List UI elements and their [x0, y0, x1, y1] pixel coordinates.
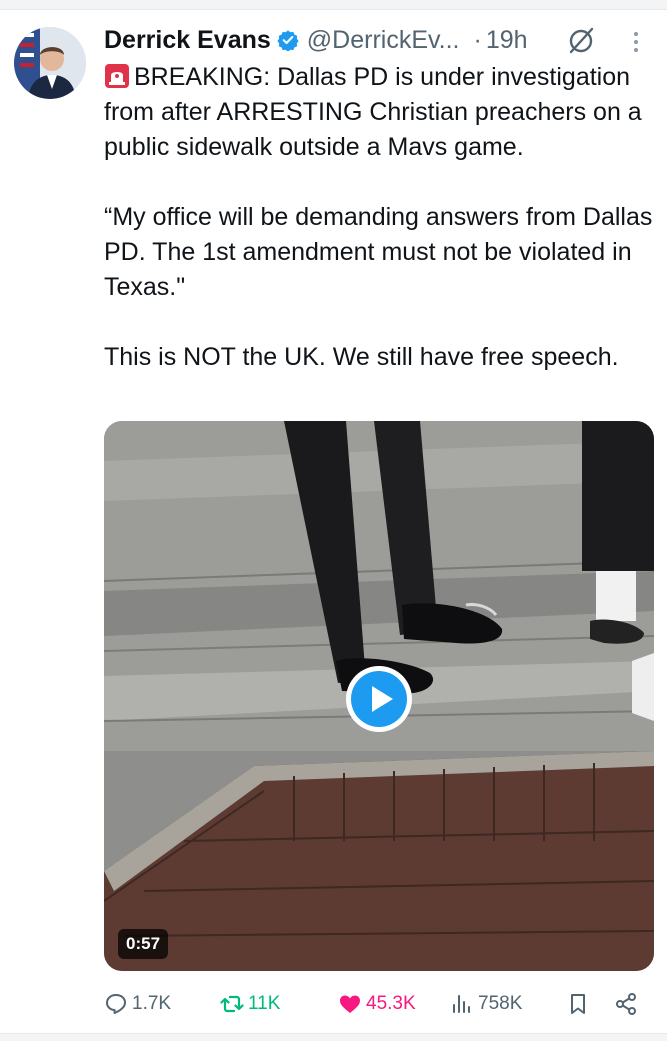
tweet-text: BREAKING: Dallas PD is under investigati… — [104, 60, 660, 375]
tweet-header: Derrick Evans @DerrickEv... · 19h — [104, 24, 528, 56]
like-button[interactable]: 45.3K — [338, 986, 416, 1022]
views-count: 758K — [478, 993, 523, 1014]
siren-emoji-icon — [105, 64, 129, 88]
bottom-divider — [0, 1033, 667, 1041]
tweet-paragraph-2: “My office will be demanding answers fro… — [104, 203, 653, 301]
bookmark-button[interactable] — [566, 986, 594, 1022]
grok-icon[interactable] — [565, 24, 597, 56]
more-icon[interactable] — [624, 30, 648, 54]
reply-icon — [106, 994, 126, 1014]
tweet-paragraph-1: BREAKING: Dallas PD is under investigati… — [104, 60, 660, 165]
header-separator: · — [473, 25, 482, 54]
views-icon — [453, 995, 470, 1013]
heart-icon — [340, 995, 360, 1013]
repost-button[interactable]: 11K — [220, 986, 280, 1022]
video-player[interactable]: 0:57 — [104, 421, 654, 971]
avatar-photo — [14, 27, 86, 99]
bookmark-icon — [571, 994, 585, 1014]
reply-count: 1.7K — [132, 993, 172, 1014]
avatar[interactable] — [14, 27, 86, 99]
share-button[interactable] — [614, 986, 642, 1022]
reply-button[interactable]: 1.7K — [104, 986, 171, 1022]
top-divider — [0, 0, 667, 10]
action-bar: 1.7K 11K 45.3K 758K — [104, 986, 660, 1022]
like-count: 45.3K — [366, 993, 416, 1014]
repost-count: 11K — [248, 993, 281, 1014]
repost-icon — [220, 995, 244, 1013]
tweet-paragraph-1-text: BREAKING: Dallas PD is under investigati… — [104, 63, 642, 161]
video-duration: 0:57 — [118, 929, 169, 959]
author-display-name[interactable]: Derrick Evans — [104, 26, 271, 55]
author-handle[interactable]: @DerrickEv... — [307, 26, 460, 55]
share-icon — [616, 993, 636, 1015]
play-icon[interactable] — [344, 664, 414, 734]
tweet-paragraph-3: This is NOT the UK. We still have free s… — [104, 343, 619, 371]
views-button[interactable]: 758K — [450, 986, 522, 1022]
verified-badge-icon — [277, 30, 299, 51]
timestamp[interactable]: 19h — [486, 26, 528, 55]
